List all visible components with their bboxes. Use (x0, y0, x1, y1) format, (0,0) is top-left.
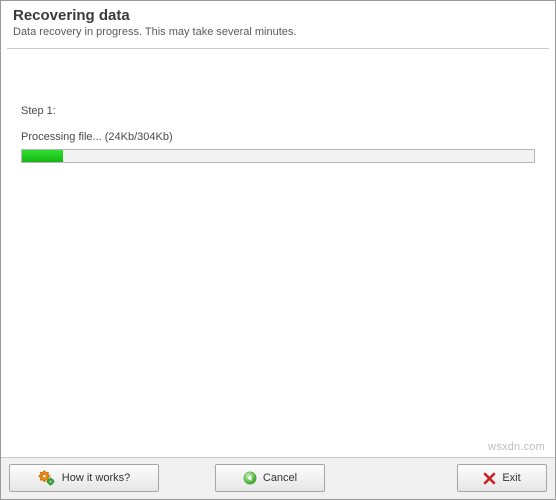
dialog-subtitle: Data recovery in progress. This may take… (13, 26, 543, 38)
how-it-works-button[interactable]: How it works? (9, 464, 159, 492)
cancel-icon (243, 471, 257, 485)
cancel-label: Cancel (263, 472, 297, 484)
step-label: Step 1: (21, 105, 535, 117)
gear-icon (38, 470, 56, 486)
dialog-title: Recovering data (13, 7, 543, 24)
exit-label: Exit (502, 472, 520, 484)
processing-text: Processing file... (24Kb/304Kb) (21, 131, 535, 143)
dialog-window: Recovering data Data recovery in progres… (0, 0, 556, 500)
dialog-header: Recovering data Data recovery in progres… (1, 1, 555, 48)
progress-fill (22, 150, 63, 162)
cancel-button[interactable]: Cancel (215, 464, 325, 492)
how-it-works-label: How it works? (62, 472, 130, 484)
dialog-footer: How it works? Cancel (1, 457, 555, 499)
exit-icon (483, 472, 496, 485)
progress-bar (21, 149, 535, 163)
exit-button[interactable]: Exit (457, 464, 547, 492)
dialog-content: Step 1: Processing file... (24Kb/304Kb) (1, 49, 555, 457)
